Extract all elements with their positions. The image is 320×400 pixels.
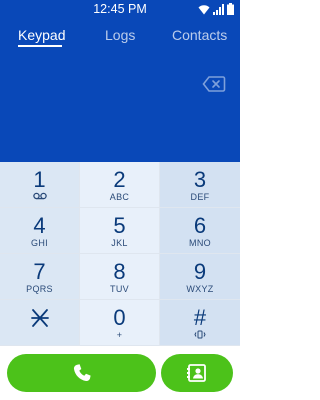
active-tab-indicator xyxy=(18,45,62,47)
key-letters: DEF xyxy=(190,192,210,202)
key-letters: MNO xyxy=(189,238,211,248)
key-0[interactable]: 0 + xyxy=(80,300,160,346)
key-2[interactable]: 2 ABC xyxy=(80,162,160,208)
key-digit: 7 xyxy=(33,259,46,284)
add-contact-icon xyxy=(187,364,206,382)
dialer-tabs: Keypad Logs Contacts xyxy=(0,24,240,48)
key-9[interactable]: 9 WXYZ xyxy=(160,254,240,300)
key-digit: 8 xyxy=(113,259,126,284)
key-letters: WXYZ xyxy=(186,284,214,294)
backspace-icon xyxy=(202,76,226,92)
status-bar: 12:45 PM xyxy=(0,0,240,18)
dialed-number-display xyxy=(16,70,186,100)
key-digit: 1 xyxy=(33,167,46,192)
dial-keypad: 1 2 ABC 3 DEF 4 GHI 5 JKL 6 MNO 7 PQRS 8… xyxy=(0,162,240,346)
call-action-bar xyxy=(0,346,240,400)
star-icon xyxy=(30,309,49,327)
key-digit: 9 xyxy=(193,259,207,284)
key-8[interactable]: 8 TUV xyxy=(80,254,160,300)
phone-icon xyxy=(73,364,91,382)
backspace-button[interactable] xyxy=(202,75,226,93)
key-letters: TUV xyxy=(110,284,129,294)
add-contact-button[interactable] xyxy=(161,354,233,392)
tab-contacts[interactable]: Contacts xyxy=(172,26,227,44)
dialer-header: 12:45 PM Keypad Logs Contacts xyxy=(0,0,240,162)
key-letters: + xyxy=(116,330,123,340)
voicemail-icon xyxy=(32,192,47,200)
tab-keypad[interactable]: Keypad xyxy=(18,26,65,44)
call-button[interactable] xyxy=(7,354,156,392)
tab-logs[interactable]: Logs xyxy=(105,26,135,44)
key-4[interactable]: 4 GHI xyxy=(0,208,80,254)
wifi-icon xyxy=(198,5,210,15)
key-letters: JKL xyxy=(111,238,128,248)
signal-icon xyxy=(213,4,224,15)
status-icons xyxy=(198,2,234,15)
key-letters: PQRS xyxy=(26,284,53,294)
battery-icon xyxy=(227,3,234,15)
key-1[interactable]: 1 xyxy=(0,162,80,208)
key-6[interactable]: 6 MNO xyxy=(160,208,240,254)
key-digit: 5 xyxy=(113,213,126,238)
key-digit: 4 xyxy=(33,213,46,238)
key-digit: 3 xyxy=(193,167,207,192)
key-digit: 2 xyxy=(113,167,126,192)
key-7[interactable]: 7 PQRS xyxy=(0,254,80,300)
key-star[interactable] xyxy=(0,300,80,346)
key-letters: GHI xyxy=(31,238,48,248)
key-digit: # xyxy=(193,305,207,330)
key-5[interactable]: 5 JKL xyxy=(80,208,160,254)
key-hash[interactable]: # xyxy=(160,300,240,346)
key-digit: 0 xyxy=(113,305,126,330)
vibrate-icon xyxy=(194,330,206,339)
key-digit: 6 xyxy=(193,213,207,238)
key-3[interactable]: 3 DEF xyxy=(160,162,240,208)
key-letters: ABC xyxy=(109,192,130,202)
